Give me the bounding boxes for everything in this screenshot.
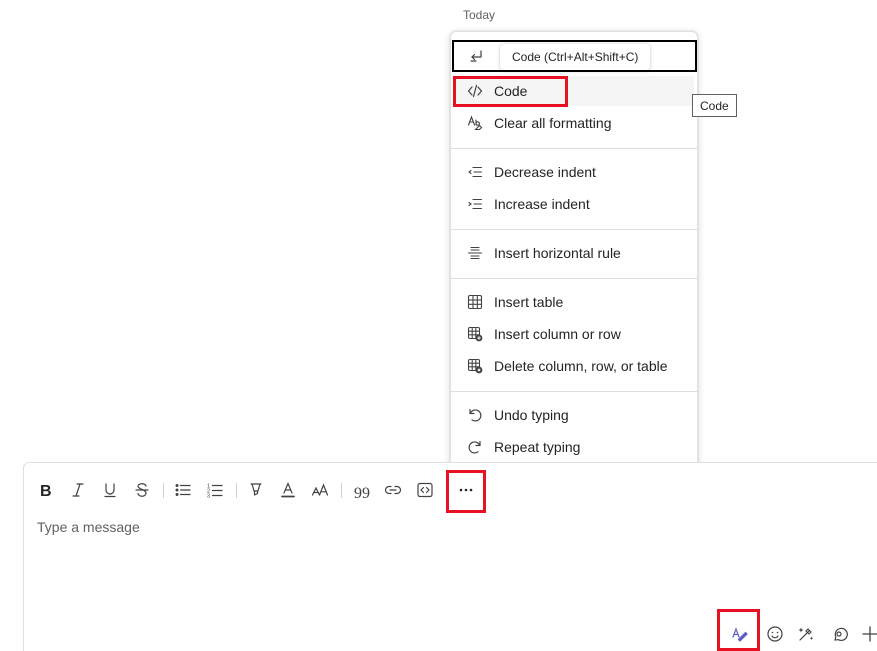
message-input[interactable]: Type a message bbox=[37, 519, 140, 535]
formatting-toolbar: B 123 99 bbox=[24, 463, 877, 517]
code-shortcut-tooltip: Code (Ctrl+Alt+Shift+C) bbox=[500, 44, 651, 70]
code-icon bbox=[465, 81, 485, 101]
table-delete-icon bbox=[465, 356, 485, 376]
add-icon[interactable] bbox=[859, 623, 877, 645]
decrease-indent-icon bbox=[465, 162, 485, 182]
clear-formatting-icon bbox=[465, 113, 485, 133]
copilot-icon[interactable] bbox=[795, 623, 817, 645]
enter-arrow-icon bbox=[468, 48, 486, 66]
menu-item-horizontal-rule[interactable]: Insert horizontal rule bbox=[455, 238, 694, 268]
more-options-icon[interactable] bbox=[455, 479, 477, 501]
menu-item-undo-typing[interactable]: Undo typing bbox=[455, 400, 694, 430]
date-divider-label: Today bbox=[463, 8, 496, 22]
menu-item-label: Insert horizontal rule bbox=[494, 245, 621, 261]
inline-code-row[interactable]: Code (Ctrl+Alt+Shift+C) bbox=[452, 40, 697, 72]
menu-item-insert-table[interactable]: Insert table bbox=[455, 287, 694, 317]
menu-item-label: Decrease indent bbox=[494, 164, 596, 180]
table-icon bbox=[465, 292, 485, 312]
menu-item-label: Clear all formatting bbox=[494, 115, 612, 131]
loop-icon[interactable] bbox=[828, 623, 850, 645]
toolbar-divider bbox=[236, 483, 237, 498]
svg-text:3: 3 bbox=[207, 494, 210, 500]
table-add-icon bbox=[465, 324, 485, 344]
format-icon[interactable] bbox=[729, 623, 751, 645]
horizontal-rule-icon bbox=[465, 243, 485, 263]
toolbar-divider bbox=[446, 483, 447, 498]
code-tooltip: Code bbox=[692, 94, 737, 117]
svg-text:99: 99 bbox=[354, 485, 370, 499]
italic-icon[interactable] bbox=[67, 479, 89, 501]
menu-item-label: Undo typing bbox=[494, 407, 569, 423]
menu-item-label: Insert table bbox=[494, 294, 564, 310]
font-size-icon[interactable] bbox=[309, 479, 331, 501]
link-icon[interactable] bbox=[382, 479, 404, 501]
menu-separator bbox=[451, 229, 697, 230]
menu-item-insert-column-row[interactable]: Insert column or row bbox=[455, 319, 694, 349]
menu-separator bbox=[451, 278, 697, 279]
strikethrough-icon[interactable] bbox=[131, 479, 153, 501]
underline-icon[interactable] bbox=[99, 479, 121, 501]
emoji-icon[interactable] bbox=[764, 623, 786, 645]
menu-item-repeat-typing[interactable]: Repeat typing bbox=[455, 432, 694, 462]
font-color-icon[interactable] bbox=[277, 479, 299, 501]
menu-separator bbox=[451, 148, 697, 149]
menu-separator bbox=[451, 391, 697, 392]
menu-item-code[interactable]: Code bbox=[455, 76, 694, 106]
svg-text:B: B bbox=[40, 483, 52, 499]
menu-item-label: Code bbox=[494, 83, 528, 99]
highlight-icon[interactable] bbox=[245, 479, 267, 501]
menu-item-delete-column-row-table[interactable]: Delete column, row, or table bbox=[455, 351, 694, 381]
menu-item-increase-indent[interactable]: Increase indent bbox=[455, 189, 694, 219]
code-snippet-icon[interactable] bbox=[414, 479, 436, 501]
menu-item-clear-formatting[interactable]: Clear all formatting bbox=[455, 108, 694, 138]
bullet-list-icon[interactable] bbox=[172, 479, 194, 501]
menu-item-label: Repeat typing bbox=[494, 439, 581, 455]
message-compose-box: B 123 99 Type a message bbox=[23, 462, 877, 651]
menu-item-label: Increase indent bbox=[494, 196, 590, 212]
undo-icon bbox=[465, 405, 485, 425]
menu-item-label: Insert column or row bbox=[494, 326, 621, 342]
redo-icon bbox=[465, 437, 485, 457]
quote-icon[interactable]: 99 bbox=[350, 479, 372, 501]
toolbar-divider bbox=[163, 483, 164, 498]
numbered-list-icon[interactable]: 123 bbox=[204, 479, 226, 501]
menu-item-decrease-indent[interactable]: Decrease indent bbox=[455, 157, 694, 187]
toolbar-divider bbox=[341, 483, 342, 498]
bold-icon[interactable]: B bbox=[35, 479, 57, 501]
increase-indent-icon bbox=[465, 194, 485, 214]
menu-item-label: Delete column, row, or table bbox=[494, 358, 668, 374]
more-formatting-menu: Code (Ctrl+Alt+Shift+C) Code Clear all f… bbox=[450, 31, 698, 471]
